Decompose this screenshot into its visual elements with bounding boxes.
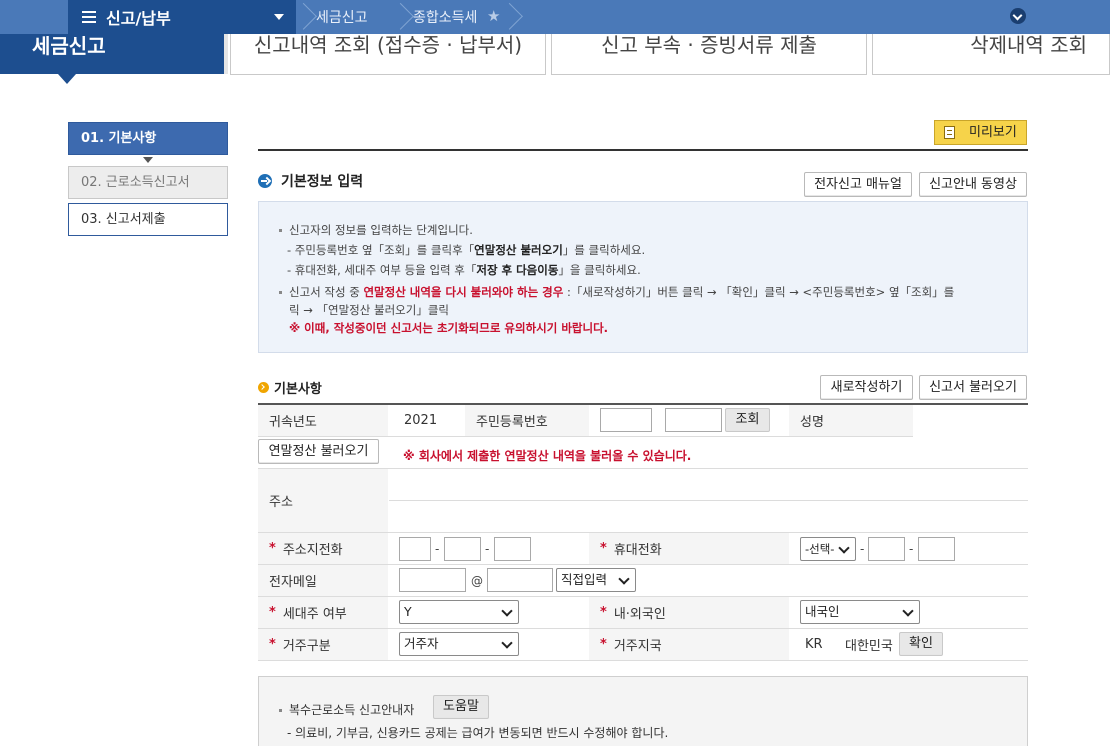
brand-pointer: [58, 74, 76, 84]
home-phone-label: * 주소지전화: [258, 533, 388, 564]
instruction-line: - 휴대전화, 세대주 여부 등을 입력 후「저장 후 다음이동」을 클릭하세요…: [287, 263, 641, 277]
country-name: 대한민국: [845, 639, 893, 654]
phone-dash: -: [435, 542, 440, 556]
breadcrumb-item-income-tax[interactable]: 종합소득세: [413, 0, 477, 34]
rrn-lookup-button[interactable]: 조회: [725, 408, 770, 432]
residence-country-label: * 거주지국: [589, 629, 789, 660]
new-write-button[interactable]: 새로작성하기: [820, 375, 913, 400]
mobile-label: * 휴대전화: [589, 533, 789, 564]
residence-confirm-button[interactable]: 확인: [899, 632, 943, 656]
warning-line: ※ 이때, 작성중이던 신고서는 초기화되므로 유의하시기 바랍니다.: [289, 321, 609, 335]
main-menu-button[interactable]: 신고/납부: [68, 0, 296, 34]
section-title-text: 기본정보 입력: [281, 174, 364, 190]
householder-label: * 세대주 여부: [258, 597, 388, 628]
guide-line: - 의료비, 기부금, 신용카드 공제는 급여가 변동되면 반드시 수정해야 합…: [287, 726, 669, 740]
home-phone-part3-input[interactable]: [494, 537, 531, 561]
section-title: 기본정보 입력: [258, 171, 363, 191]
rrn-front-input[interactable]: [600, 408, 652, 432]
email-domain-select[interactable]: 직접입력: [556, 568, 636, 592]
home-phone-part2-input[interactable]: [444, 537, 481, 561]
guide-line: 복수근로소득 신고안내자: [279, 701, 414, 718]
brand-shadow: [224, 34, 228, 74]
row-divider: [389, 500, 1028, 501]
country-code: KR: [805, 637, 823, 652]
email-domain-input[interactable]: [487, 568, 553, 592]
householder-select[interactable]: Y: [399, 600, 519, 624]
nationality-select[interactable]: 내국인: [800, 600, 920, 624]
expand-down-icon[interactable]: [1010, 8, 1026, 24]
year-value: 2021: [404, 413, 438, 428]
basic-info-subtitle: 기본사항: [258, 378, 322, 397]
year-end-note: ※ 회사에서 제출한 연말정산 내역을 불러올 수 있습니다.: [403, 449, 692, 463]
tab-filing-history[interactable]: 신고내역 조회 (접수증 · 납부서): [230, 34, 546, 75]
row-divider: [258, 660, 1028, 661]
email-label: 전자메일: [258, 565, 388, 596]
home-phone-part1-input[interactable]: [399, 537, 431, 561]
step-earned-income-return[interactable]: 02. 근로소득신고서: [68, 166, 228, 199]
bullet-icon: [279, 291, 282, 294]
arrow-circle-small-icon: [258, 382, 269, 393]
instruction-box: 신고자의 정보를 입력하는 단계입니다. - 주민등록번호 옆「조회」를 클릭후…: [258, 201, 1028, 353]
instruction-line: - 주민등록번호 옆「조회」를 클릭후「연말정산 불러오기」를 클릭하세요.: [287, 243, 646, 257]
name-label: 성명: [789, 405, 913, 436]
year-end-settlement-load-button[interactable]: 연말정산 불러오기: [258, 439, 379, 464]
email-at: @: [471, 574, 483, 588]
rrn-back-input[interactable]: [665, 408, 722, 432]
breadcrumb-separator: [500, 0, 514, 34]
section-brand: 세금신고: [0, 34, 224, 74]
load-return-button[interactable]: 신고서 불러오기: [919, 375, 1027, 400]
preview-button[interactable]: 미리보기: [934, 120, 1027, 145]
help-button[interactable]: 도움말: [433, 695, 489, 719]
required-marker: *: [269, 637, 276, 652]
preview-label: 미리보기: [969, 125, 1017, 140]
step-down-arrow-icon: [143, 157, 153, 163]
hamburger-icon: [82, 11, 96, 23]
residence-select[interactable]: 거주자: [399, 632, 519, 656]
divider: [258, 149, 1028, 151]
multi-income-guide-box: 복수근로소득 신고안내자 도움말 - 의료비, 기부금, 신용카드 공제는 급여…: [258, 676, 1028, 746]
tab-supporting-documents[interactable]: 신고 부속 · 증빙서류 제출: [551, 34, 867, 75]
email-local-input[interactable]: [399, 568, 466, 592]
breadcrumb-separator: [391, 0, 405, 34]
required-marker: *: [600, 637, 607, 652]
residence-label: * 거주구분: [258, 629, 388, 660]
top-nav-bar: 신고/납부 세금신고 종합소득세 ★: [0, 0, 1110, 34]
document-icon: [944, 126, 955, 139]
instruction-line: 신고서 작성 중 연말정산 내역을 다시 불러와야 하는 경우 :「새로작성하기…: [279, 284, 954, 300]
required-marker: *: [269, 541, 276, 556]
mobile-part2-input[interactable]: [868, 537, 905, 561]
filing-guide-video-button[interactable]: 신고안내 동영상: [919, 172, 1027, 197]
instruction-line: 릭 → 「연말정산 불러오기」클릭: [289, 303, 449, 317]
tab-deleted-history[interactable]: 삭제내역 조회: [872, 34, 1110, 75]
mobile-prefix-select[interactable]: -선택-: [800, 537, 856, 561]
phone-dash: -: [485, 542, 490, 556]
caret-down-icon: [274, 14, 284, 20]
year-label: 귀속년도: [258, 405, 388, 436]
address-label: 주소: [258, 469, 388, 532]
step-submit-return[interactable]: 03. 신고서제출: [68, 203, 228, 236]
nationality-label: * 내·외국인: [589, 597, 789, 628]
bullet-icon: [279, 229, 282, 232]
phone-dash: -: [909, 542, 914, 556]
step-basic-info[interactable]: 01. 기본사항: [68, 122, 228, 155]
breadcrumb-item-tax-return[interactable]: 세금신고: [316, 0, 368, 34]
menu-label: 신고/납부: [106, 9, 171, 28]
required-marker: *: [600, 541, 607, 556]
phone-dash: -: [860, 542, 865, 556]
breadcrumb-separator: [294, 0, 308, 34]
arrow-circle-icon: [258, 174, 272, 188]
required-marker: *: [269, 605, 276, 620]
rrn-label: 주민등록번호: [465, 405, 589, 436]
mobile-part3-input[interactable]: [918, 537, 955, 561]
instruction-line: 신고자의 정보를 입력하는 단계입니다.: [279, 222, 473, 238]
bullet-icon: [279, 709, 282, 712]
row-divider: [258, 436, 913, 437]
required-marker: *: [600, 605, 607, 620]
e-filing-manual-button[interactable]: 전자신고 매뉴얼: [804, 172, 912, 197]
